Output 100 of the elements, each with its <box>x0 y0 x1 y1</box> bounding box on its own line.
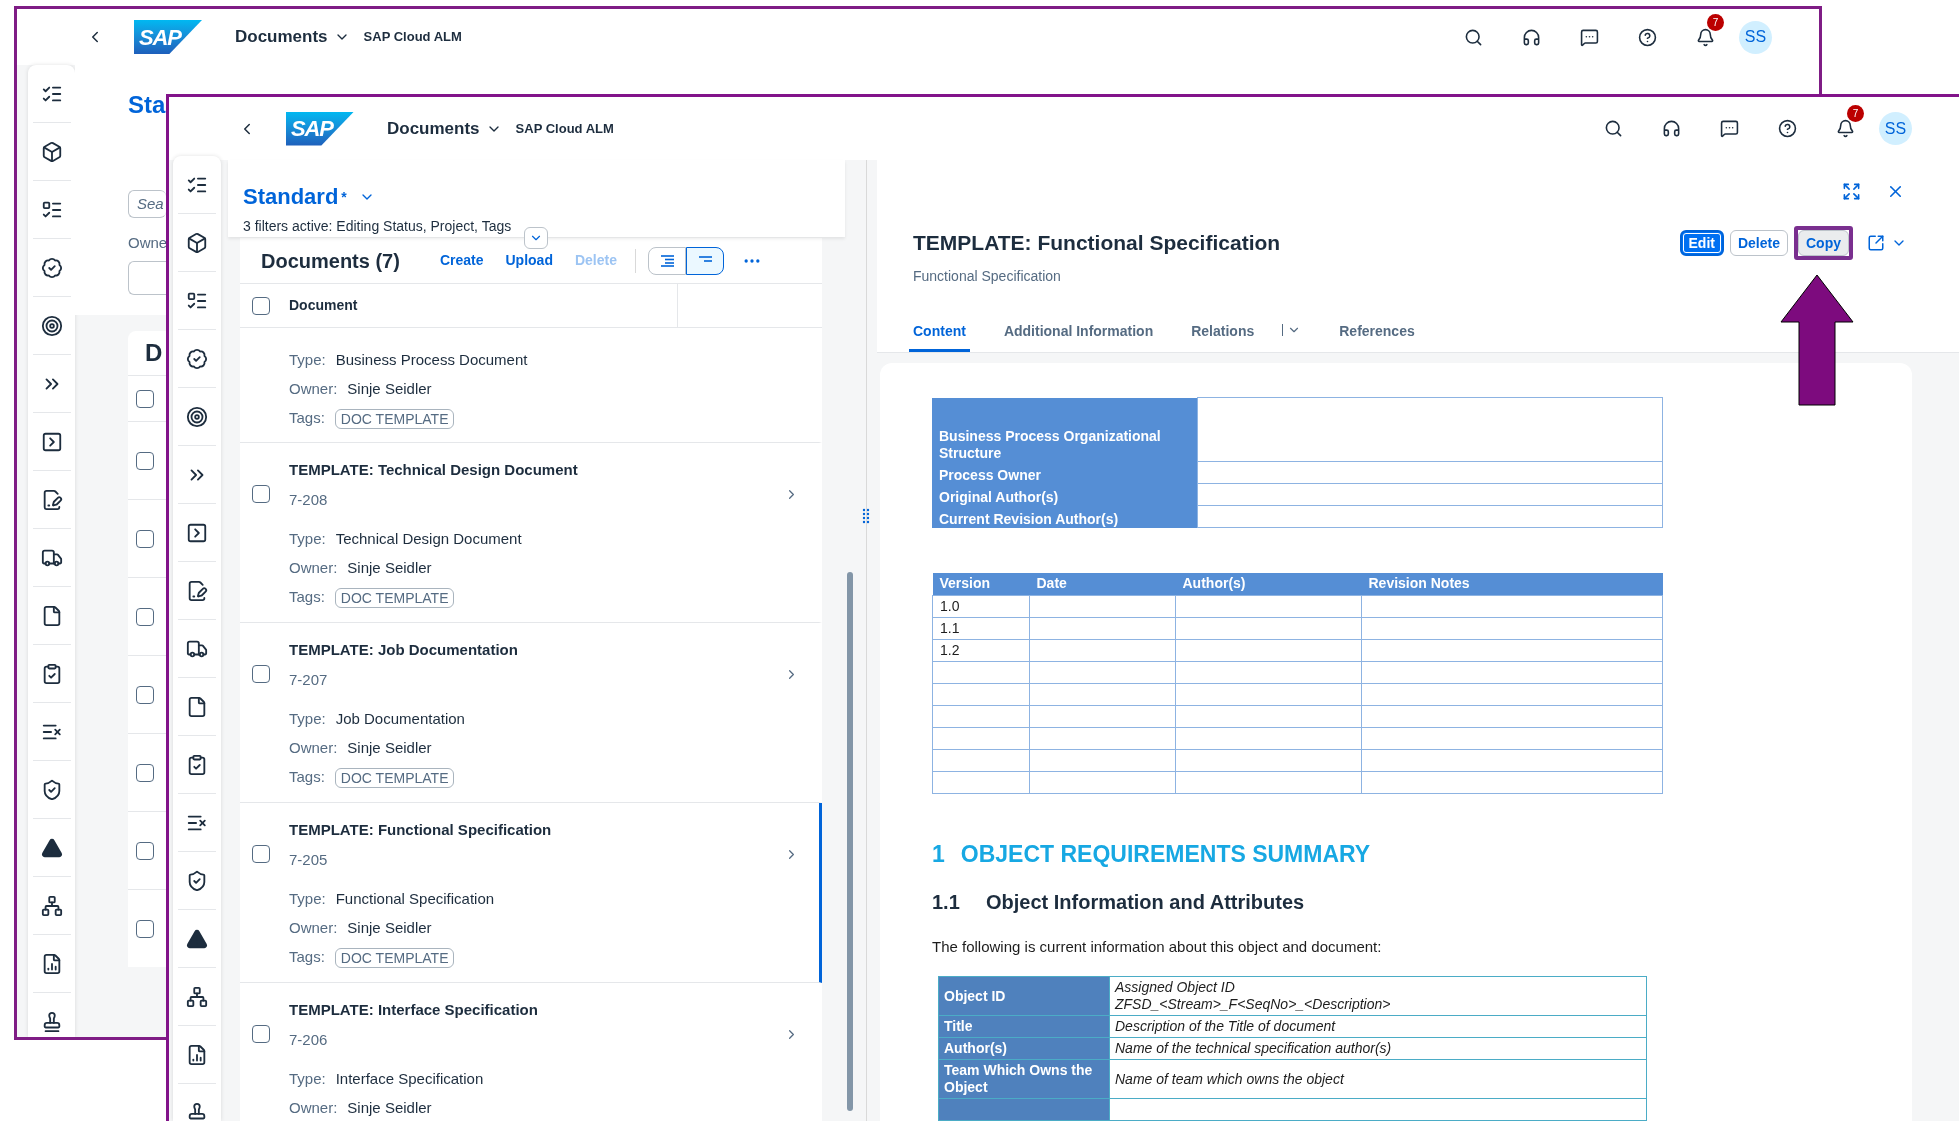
field-label: Tags: <box>289 587 325 608</box>
table-cell: 1.1 <box>932 617 1030 639</box>
warning-icon[interactable] <box>186 927 208 950</box>
badge-check-icon[interactable] <box>40 256 63 279</box>
action-button[interactable]: Copy <box>1798 230 1849 256</box>
chat-icon[interactable] <box>1580 27 1599 47</box>
field-label: Owner: <box>289 918 338 939</box>
checkbox[interactable] <box>136 841 154 860</box>
target-icon[interactable] <box>40 314 63 337</box>
document-title: TEMPLATE: Technical Design Document <box>289 459 579 480</box>
view-toggle-button[interactable] <box>686 246 724 275</box>
checkbox[interactable] <box>136 763 154 782</box>
toolbar-button[interactable]: Create <box>439 250 484 271</box>
headset-icon[interactable] <box>1522 27 1541 47</box>
action-button[interactable]: Delete <box>1729 230 1788 256</box>
target-icon[interactable] <box>186 405 208 428</box>
chart-file-icon[interactable] <box>186 1043 208 1066</box>
field-label: Owner: <box>289 379 338 400</box>
column-header: Author(s) <box>1175 573 1362 595</box>
detail-subtitle: Functional Specification <box>912 267 1062 286</box>
view-toggle-button[interactable] <box>648 246 686 275</box>
field-label: Owner: <box>289 558 338 579</box>
network-icon[interactable] <box>40 894 63 917</box>
search-icon[interactable] <box>1604 119 1623 138</box>
table-label-cell: Original Author(s) <box>932 483 1197 506</box>
scrollbar[interactable] <box>847 572 853 1111</box>
help-icon[interactable] <box>1778 119 1797 138</box>
document-title: TEMPLATE: Functional Specification <box>289 819 553 840</box>
checkbox[interactable] <box>136 451 154 470</box>
variant-selector[interactable]: Standard* <box>243 184 375 210</box>
field-value: Sinje Seidler <box>347 918 432 939</box>
clipboard-check-icon[interactable] <box>186 753 208 776</box>
help-icon[interactable] <box>1638 27 1657 47</box>
column-header: Version <box>932 573 1030 595</box>
warning-icon[interactable] <box>40 836 63 859</box>
search-icon[interactable] <box>1464 27 1483 47</box>
avatar[interactable]: SS <box>1879 112 1912 145</box>
tab[interactable]: Relations <box>1187 321 1306 352</box>
input-field[interactable] <box>128 260 166 295</box>
tag: DOC TEMPLATE <box>334 947 455 968</box>
app-title-menu[interactable]: Documents <box>387 115 502 142</box>
document-id: 7-208 <box>289 489 329 510</box>
stamp-icon[interactable] <box>186 1101 208 1121</box>
tag: DOC TEMPLATE <box>334 767 455 788</box>
app-title-menu[interactable]: Documents <box>235 24 350 50</box>
field-value: Job Documentation <box>335 709 465 730</box>
checkbox[interactable] <box>136 529 154 548</box>
field-label: Tags: <box>289 767 325 788</box>
notification-bell-icon[interactable] <box>1836 119 1855 138</box>
checkbox[interactable] <box>252 845 270 863</box>
tag: DOC TEMPLATE <box>334 408 455 429</box>
table-label-cell: Current Revision Author(s) <box>932 505 1197 528</box>
field-label: Type: <box>289 709 326 730</box>
field-value: Sinje Seidler <box>347 1098 432 1119</box>
tab[interactable]: Additional Information <box>999 321 1158 352</box>
notification-bell-icon[interactable] <box>1696 27 1715 47</box>
resize-handle-icon[interactable] <box>862 508 870 524</box>
toolbar-button[interactable]: Upload <box>505 250 553 271</box>
headset-icon[interactable] <box>1662 119 1681 138</box>
checkbox[interactable] <box>252 1025 270 1043</box>
chat-icon[interactable] <box>1720 119 1739 138</box>
field-label: Owner: <box>289 738 338 759</box>
table-cell: 1.2 <box>932 639 1030 661</box>
list-item[interactable]: TEMPLATE: Functional Specification 7-205 Type: Functional Specification Owner: Sinje Seidler Tags: DOC TEMPLATE <box>240 803 822 983</box>
checkbox[interactable] <box>136 389 154 408</box>
checkbox[interactable] <box>136 607 154 626</box>
expand-icon[interactable] <box>1842 182 1861 201</box>
badge-check-icon[interactable] <box>186 347 208 370</box>
cube-icon[interactable] <box>186 231 208 254</box>
indent-list-icon <box>659 254 675 267</box>
table-label-cell: Process Owner <box>932 461 1197 484</box>
checkbox[interactable] <box>252 485 270 503</box>
variant-title[interactable]: Sta <box>128 90 166 120</box>
filter-label: Owne <box>128 233 168 253</box>
field-value: Sinje Seidler <box>347 558 432 579</box>
logo[interactable]: SAP <box>286 111 354 146</box>
collapse-header-button[interactable] <box>524 227 548 249</box>
document-id: 7-205 <box>289 849 329 870</box>
cube-icon[interactable] <box>40 140 63 163</box>
action-button[interactable]: Edit <box>1679 230 1724 256</box>
checkbox[interactable] <box>252 665 270 683</box>
shield-check-icon[interactable] <box>186 869 208 892</box>
logo[interactable]: SAP <box>134 20 202 54</box>
page-icon[interactable] <box>186 695 208 718</box>
filter-summary: 3 filters active: Editing Status, Project, Tags <box>243 217 512 236</box>
checkbox[interactable] <box>136 919 154 938</box>
share-icon[interactable] <box>1867 234 1885 252</box>
avatar[interactable]: SS <box>1739 20 1772 54</box>
network-icon[interactable] <box>186 985 208 1008</box>
file-edit-icon[interactable] <box>186 579 208 602</box>
checkbox[interactable] <box>136 685 154 704</box>
field-label: Type: <box>289 529 326 550</box>
table-label-cell: Title <box>938 1015 1110 1038</box>
subsection-title: Object Information and Attributes <box>986 889 1305 914</box>
tag: DOC TEMPLATE <box>334 587 455 608</box>
subsection-number: 1.1 <box>932 889 961 914</box>
checkbox[interactable] <box>252 296 270 315</box>
tab[interactable]: References <box>1335 321 1419 352</box>
field-value: Interface Specification <box>335 1069 484 1090</box>
field-label: Type: <box>289 1069 326 1090</box>
